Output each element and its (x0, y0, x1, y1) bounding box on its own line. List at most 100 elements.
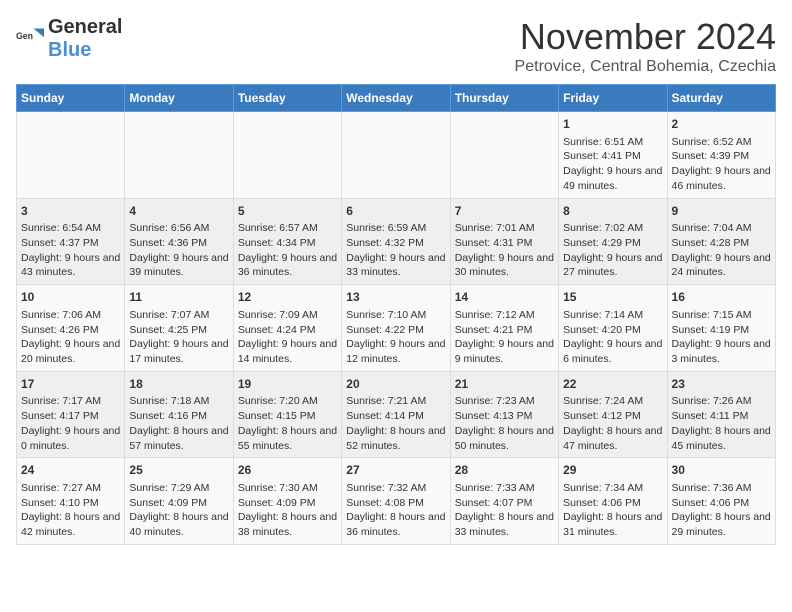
cell-text: Daylight: 8 hours and 42 minutes. (21, 510, 120, 539)
cell-text: Sunrise: 7:10 AM (346, 308, 445, 323)
cell-text: Sunrise: 7:02 AM (563, 221, 662, 236)
cell-text: Daylight: 9 hours and 46 minutes. (672, 164, 771, 193)
cell-text: Daylight: 8 hours and 47 minutes. (563, 424, 662, 453)
cell-week1-day1 (125, 112, 233, 199)
col-header-tuesday: Tuesday (233, 85, 341, 112)
cell-text: Sunset: 4:20 PM (563, 323, 662, 338)
cell-week4-day6: 23Sunrise: 7:26 AMSunset: 4:11 PMDayligh… (667, 371, 775, 458)
day-number: 9 (672, 203, 771, 220)
day-number: 30 (672, 462, 771, 479)
cell-text: Sunset: 4:36 PM (129, 236, 228, 251)
week-row-2: 3Sunrise: 6:54 AMSunset: 4:37 PMDaylight… (17, 198, 776, 285)
days-of-week-row: SundayMondayTuesdayWednesdayThursdayFrid… (17, 85, 776, 112)
cell-text: Daylight: 8 hours and 38 minutes. (238, 510, 337, 539)
cell-week2-day0: 3Sunrise: 6:54 AMSunset: 4:37 PMDaylight… (17, 198, 125, 285)
cell-week3-day2: 12Sunrise: 7:09 AMSunset: 4:24 PMDayligh… (233, 285, 341, 372)
cell-text: Sunrise: 7:33 AM (455, 481, 554, 496)
cell-text: Sunset: 4:09 PM (238, 496, 337, 511)
cell-week1-day0 (17, 112, 125, 199)
cell-text: Sunrise: 7:21 AM (346, 394, 445, 409)
cell-text: Sunset: 4:16 PM (129, 409, 228, 424)
cell-text: Daylight: 9 hours and 33 minutes. (346, 251, 445, 280)
cell-text: Sunset: 4:28 PM (672, 236, 771, 251)
cell-text: Sunset: 4:34 PM (238, 236, 337, 251)
cell-text: Daylight: 8 hours and 31 minutes. (563, 510, 662, 539)
cell-text: Sunset: 4:19 PM (672, 323, 771, 338)
cell-week1-day2 (233, 112, 341, 199)
cell-text: Daylight: 9 hours and 17 minutes. (129, 337, 228, 366)
day-number: 17 (21, 376, 120, 393)
col-header-sunday: Sunday (17, 85, 125, 112)
cell-text: Daylight: 9 hours and 12 minutes. (346, 337, 445, 366)
col-header-wednesday: Wednesday (342, 85, 450, 112)
cell-text: Sunrise: 7:12 AM (455, 308, 554, 323)
cell-week2-day5: 8Sunrise: 7:02 AMSunset: 4:29 PMDaylight… (559, 198, 667, 285)
cell-text: Sunset: 4:32 PM (346, 236, 445, 251)
cell-text: Sunrise: 6:57 AM (238, 221, 337, 236)
cell-text: Daylight: 9 hours and 24 minutes. (672, 251, 771, 280)
cell-week4-day2: 19Sunrise: 7:20 AMSunset: 4:15 PMDayligh… (233, 371, 341, 458)
cell-week4-day5: 22Sunrise: 7:24 AMSunset: 4:12 PMDayligh… (559, 371, 667, 458)
day-number: 29 (563, 462, 662, 479)
cell-week3-day6: 16Sunrise: 7:15 AMSunset: 4:19 PMDayligh… (667, 285, 775, 372)
cell-week5-day5: 29 Sunrise: 7:34 AMSunset: 4:06 PMDayligh… (559, 458, 667, 545)
cell-text: Sunrise: 7:24 AM (563, 394, 662, 409)
cell-week4-day0: 17Sunrise: 7:17 AMSunset: 4:17 PMDayligh… (17, 371, 125, 458)
logo: Gen General Blue (16, 16, 122, 62)
cell-text: Daylight: 8 hours and 52 minutes. (346, 424, 445, 453)
title-area: November 2024 Petrovice, Central Bohemia… (515, 16, 776, 76)
cell-text: Sunset: 4:13 PM (455, 409, 554, 424)
cell-week1-day3 (342, 112, 450, 199)
day-number: 15 (563, 289, 662, 306)
day-number: 24 (21, 462, 120, 479)
cell-text: Sunset: 4:08 PM (346, 496, 445, 511)
cell-text: Sunrise: 7:34 AM (563, 481, 662, 496)
cell-text: Sunrise: 7:18 AM (129, 394, 228, 409)
calendar-header: SundayMondayTuesdayWednesdayThursdayFrid… (17, 85, 776, 112)
cell-text: Sunrise: 7:36 AM (672, 481, 771, 496)
cell-text: Daylight: 9 hours and 9 minutes. (455, 337, 554, 366)
cell-text: Sunrise: 6:56 AM (129, 221, 228, 236)
cell-text: Sunrise: 7:32 AM (346, 481, 445, 496)
cell-week5-day3: 27Sunrise: 7:32 AMSunset: 4:08 PMDayligh… (342, 458, 450, 545)
cell-week5-day0: 24Sunrise: 7:27 AMSunset: 4:10 PMDayligh… (17, 458, 125, 545)
cell-text: Sunset: 4:26 PM (21, 323, 120, 338)
cell-text: Daylight: 8 hours and 50 minutes. (455, 424, 554, 453)
header: Gen General Blue November 2024 Petrovice… (16, 16, 776, 76)
logo-wordmark: General Blue (48, 16, 122, 62)
cell-text: Sunset: 4:15 PM (238, 409, 337, 424)
cell-text: Sunset: 4:41 PM (563, 149, 662, 164)
col-header-friday: Friday (559, 85, 667, 112)
day-number: 3 (21, 203, 120, 220)
cell-text: Daylight: 8 hours and 33 minutes. (455, 510, 554, 539)
day-number: 25 (129, 462, 228, 479)
cell-text: Sunset: 4:29 PM (563, 236, 662, 251)
cell-text: Sunrise: 6:59 AM (346, 221, 445, 236)
day-number: 13 (346, 289, 445, 306)
cell-text: Daylight: 9 hours and 27 minutes. (563, 251, 662, 280)
cell-text: Sunset: 4:21 PM (455, 323, 554, 338)
cell-text: Daylight: 9 hours and 30 minutes. (455, 251, 554, 280)
cell-week4-day3: 20Sunrise: 7:21 AMSunset: 4:14 PMDayligh… (342, 371, 450, 458)
day-number: 14 (455, 289, 554, 306)
cell-week4-day1: 18Sunrise: 7:18 AMSunset: 4:16 PMDayligh… (125, 371, 233, 458)
cell-week1-day6: 2Sunrise: 6:52 AMSunset: 4:39 PMDaylight… (667, 112, 775, 199)
cell-text: Sunset: 4:12 PM (563, 409, 662, 424)
cell-text: Sunset: 4:07 PM (455, 496, 554, 511)
cell-text: Sunset: 4:24 PM (238, 323, 337, 338)
cell-week3-day0: 10Sunrise: 7:06 AMSunset: 4:26 PMDayligh… (17, 285, 125, 372)
col-header-thursday: Thursday (450, 85, 558, 112)
cell-text: Daylight: 8 hours and 45 minutes. (672, 424, 771, 453)
day-number: 2 (672, 116, 771, 133)
cell-text: Sunrise: 7:14 AM (563, 308, 662, 323)
cell-text: Sunset: 4:06 PM (563, 496, 662, 511)
day-number: 1 (563, 116, 662, 133)
cell-text: Sunrise: 7:29 AM (129, 481, 228, 496)
cell-text: Sunrise: 7:23 AM (455, 394, 554, 409)
cell-week1-day4 (450, 112, 558, 199)
cell-text: Sunset: 4:14 PM (346, 409, 445, 424)
cell-week4-day4: 21Sunrise: 7:23 AMSunset: 4:13 PMDayligh… (450, 371, 558, 458)
cell-text: Daylight: 8 hours and 36 minutes. (346, 510, 445, 539)
day-number: 28 (455, 462, 554, 479)
cell-week2-day6: 9Sunrise: 7:04 AMSunset: 4:28 PMDaylight… (667, 198, 775, 285)
